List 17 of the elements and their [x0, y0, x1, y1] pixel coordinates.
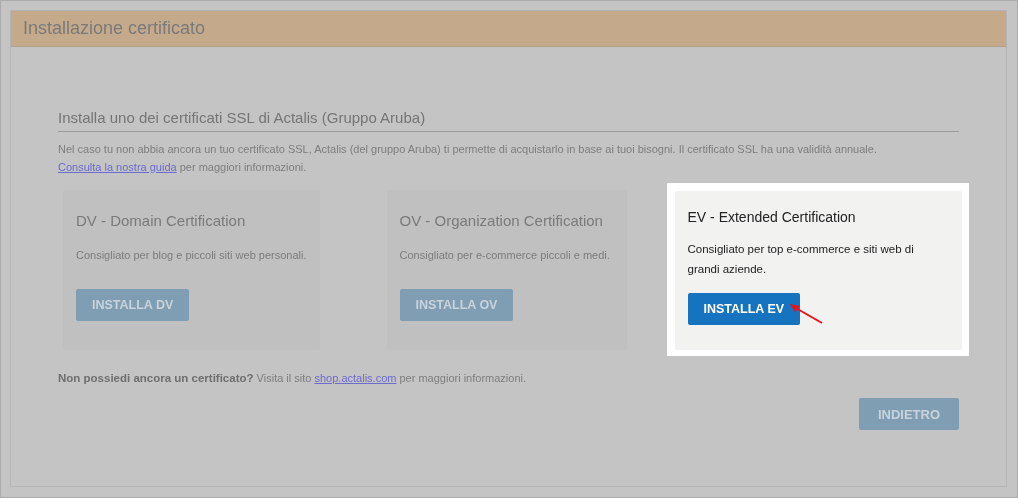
intro-text: Nel caso tu non abbia ancora un tuo certificato SSL, Actalis (del gruppo Aruba) ti permette di acquistarlo in base ai tuoi bisogni. Il certificato SSL ha una validità annuale. Consulta la nostra guida per maggiori informazioni. [58, 142, 878, 175]
guide-link[interactable]: Consulta la nostra guida [58, 161, 177, 173]
back-button[interactable]: INDIETRO [859, 398, 959, 430]
section-title: Installa uno dei certificati SSL di Actalis (Gruppo Aruba) [58, 109, 959, 132]
shop-link[interactable]: shop.actalis.com [314, 372, 397, 384]
card-title: OV - Organization Certification [399, 212, 604, 229]
page-title: Installazione certificato [23, 18, 206, 39]
install-button[interactable]: INSTALLA EV [687, 293, 801, 325]
arrow-icon [787, 301, 824, 325]
card-description: Consigliato per top e-commerce e siti web di grandi aziende. [687, 242, 915, 277]
card-description: Consigliato per blog e piccoli siti web personali. [76, 248, 307, 263]
install-button[interactable]: INSTALLA DV [76, 289, 190, 321]
card-title: DV - Domain Certification [76, 212, 247, 229]
footer-note: Non possiedi ancora un certificato? Visita il sito shop.actalis.com per maggiori informazioni. [58, 372, 528, 384]
card-description: Consigliato per e-commerce piccoli e medi. [399, 248, 611, 263]
card-title: EV - Extended Certification [687, 209, 857, 225]
install-button[interactable]: INSTALLA OV [399, 289, 514, 321]
